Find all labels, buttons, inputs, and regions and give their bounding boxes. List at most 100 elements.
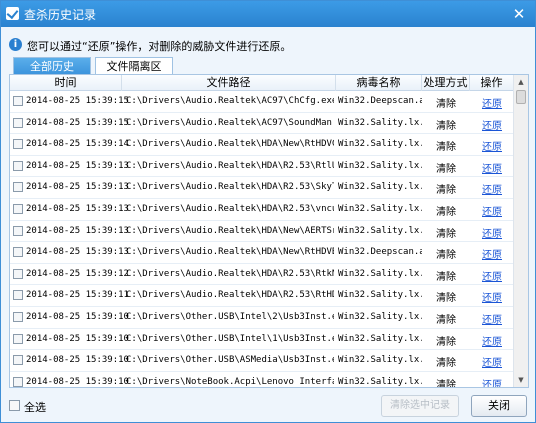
cell-time: 2014-08-25 15:39:14 [26,139,129,150]
cell-method: 清除 [436,293,456,305]
cell-method: 清除 [436,228,456,240]
row-checkbox[interactable] [13,182,23,193]
table-row[interactable]: 2014-08-25 15:39:10 C:\Drivers\Other.USB\… [10,307,514,329]
row-checkbox[interactable] [13,96,23,106]
table-row[interactable]: 2014-08-25 15:39:10 C:\Drivers\Other.USB\… [10,350,514,372]
restore-link[interactable]: 还原 [470,225,514,240]
restore-link[interactable]: 还原 [470,160,514,175]
cell-virus: Win32.Sality.lx... [338,312,422,322]
vertical-scrollbar[interactable]: ▲ ▼ [513,75,528,387]
restore-link[interactable]: 还原 [470,333,514,348]
row-checkbox[interactable] [13,225,23,236]
scroll-down-icon[interactable]: ▼ [514,373,528,387]
tab-bar: 全部历史 文件隔离区 [9,57,529,75]
restore-link[interactable]: 还原 [470,376,514,387]
cell-method: 清除 [436,315,456,326]
restore-link[interactable]: 还原 [470,138,514,153]
clear-selected-button[interactable]: 清除选中记录 [381,395,459,417]
column-header-method[interactable]: 处理方式 [422,75,470,91]
cell-time: 2014-08-25 15:39:13 [26,247,129,258]
scroll-up-icon[interactable]: ▲ [514,75,528,89]
cell-method: 清除 [436,99,456,110]
table-row[interactable]: 2014-08-25 15:39:13 C:\Drivers\Audio.Real… [10,199,514,221]
cell-method: 清除 [436,271,456,283]
select-all-label[interactable]: 全选 [24,399,46,415]
close-window-button[interactable]: ✕ [509,4,529,24]
cell-virus: Win32.Sality.lx... [338,160,422,171]
row-checkbox[interactable] [13,355,23,366]
column-header-time[interactable]: 时间 [10,75,122,91]
table-row[interactable]: 2014-08-25 15:39:13 C:\Drivers\Audio.Real… [10,221,514,243]
restore-link[interactable]: 还原 [470,203,514,218]
cell-virus: Win32.Sality.lx... [338,182,422,193]
row-checkbox[interactable] [13,312,23,322]
tab-quarantine[interactable]: 文件隔离区 [95,57,173,75]
restore-link[interactable]: 还原 [470,289,514,304]
close-button[interactable]: 关闭 [471,395,527,417]
cell-path: C:\Drivers\Audio.Realtek\HDA\R2.53\RtHDV… [126,290,334,301]
cell-virus: Win32.Sality.lx... [338,117,422,128]
column-header-action[interactable]: 操作 [470,75,514,91]
cell-path: C:\Drivers\Audio.Realtek\AC97\SoundMan.e… [126,117,334,128]
table-row[interactable]: 2014-08-25 15:39:11 C:\Drivers\Audio.Real… [10,285,514,307]
restore-link[interactable]: 还原 [470,181,514,196]
cell-time: 2014-08-25 15:39:10 [26,376,129,387]
column-header-path[interactable]: 文件路径 [122,75,336,91]
cell-virus: Win32.Sality.lx... [338,139,422,150]
select-all-checkbox[interactable] [9,400,20,411]
restore-link[interactable]: 还原 [470,354,514,369]
cell-path: C:\Drivers\Audio.Realtek\HDA\New\AERTSrv… [126,225,334,236]
row-checkbox[interactable] [13,290,23,301]
scroll-thumb[interactable] [516,90,526,104]
row-checkbox[interactable] [13,376,23,387]
cell-time: 2014-08-25 15:39:10 [26,355,129,366]
cell-time: 2014-08-25 15:39:13 [26,182,129,193]
restore-link[interactable]: 还原 [470,246,514,261]
restore-link[interactable]: 还原 [470,268,514,283]
cell-virus: Win32.Sality.lx... [338,333,422,344]
cell-time: 2014-08-25 15:39:15 [26,96,129,106]
cell-time: 2014-08-25 15:39:12 [26,268,129,279]
table-row[interactable]: 2014-08-25 15:39:15 C:\Drivers\Audio.Real… [10,113,514,135]
cell-path: C:\Drivers\Audio.Realtek\HDA\R2.53\RtlUp… [126,160,334,171]
cell-method: 清除 [436,142,456,154]
restore-link[interactable]: 还原 [470,311,514,326]
table-header: 时间 文件路径 病毒名称 处理方式 操作 [10,75,514,91]
table-row[interactable]: 2014-08-25 15:39:13 C:\Drivers\Audio.Real… [10,242,514,264]
cell-time: 2014-08-25 15:39:13 [26,225,129,236]
info-message: 您可以通过“还原”操作，对删除的威胁文件进行还原。 [27,40,292,53]
cell-virus: Win32.Deepscan.a [338,247,422,258]
cell-method: 清除 [436,207,456,218]
row-checkbox[interactable] [13,268,23,279]
shield-check-icon [6,7,19,20]
table-row[interactable]: 2014-08-25 15:39:13 C:\Drivers\Audio.Real… [10,156,514,178]
table-row[interactable]: 2014-08-25 15:39:13 C:\Drivers\Audio.Real… [10,177,514,199]
cell-method: 清除 [436,358,456,370]
tab-all-history[interactable]: 全部历史 [13,57,91,75]
table-row[interactable]: 2014-08-25 15:39:10 C:\Drivers\NoteBook.A… [10,372,514,388]
cell-virus: Win32.Sality.lx... [338,376,422,387]
table-row[interactable]: 2014-08-25 15:39:12 C:\Drivers\Audio.Real… [10,264,514,286]
cell-path: C:\Drivers\Audio.Realtek\HDA\New\RtHDVCp… [126,139,334,150]
cell-virus: Win32.Sality.lx... [338,204,422,214]
row-checkbox[interactable] [13,139,23,150]
row-checkbox[interactable] [13,117,23,128]
restore-link[interactable]: 还原 [470,95,514,110]
table-row[interactable]: 2014-08-25 15:39:10 C:\Drivers\Other.USB\… [10,329,514,351]
table-row[interactable]: 2014-08-25 15:39:15 C:\Drivers\Audio.Real… [10,91,514,113]
cell-method: 清除 [436,379,456,388]
cell-path: C:\Drivers\Other.USB\Intel\1\Usb3Inst.ex… [126,333,334,344]
cell-method: 清除 [436,336,456,348]
restore-link[interactable]: 还原 [470,117,514,132]
row-checkbox[interactable] [13,160,23,171]
cell-path: C:\Drivers\NoteBook.Acpi\Lenovo Interfac… [126,376,334,387]
table-row[interactable]: 2014-08-25 15:39:14 C:\Drivers\Audio.Real… [10,134,514,156]
cell-virus: Win32.Sality.lx... [338,268,422,279]
column-header-virus[interactable]: 病毒名称 [336,75,422,91]
cell-method: 清除 [436,120,456,132]
row-checkbox[interactable] [13,204,23,214]
cell-method: 清除 [436,250,456,262]
cell-method: 清除 [436,163,456,175]
row-checkbox[interactable] [13,333,23,344]
row-checkbox[interactable] [13,247,23,258]
